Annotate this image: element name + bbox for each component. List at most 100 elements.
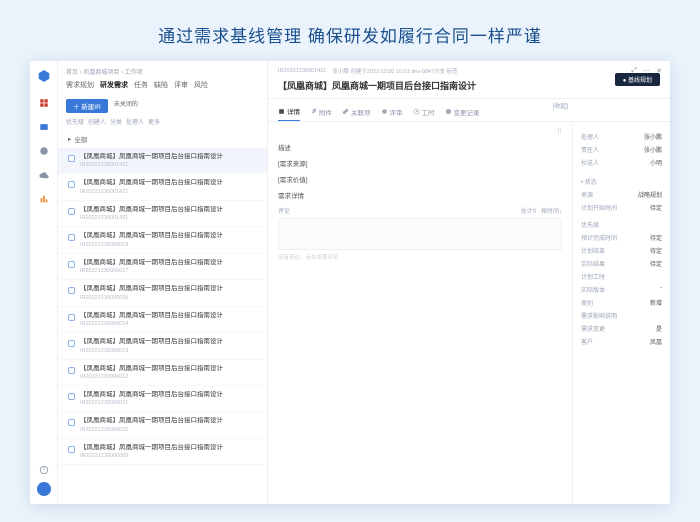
comments-count: 总计0	[521, 209, 536, 215]
comments-empty: 没有评论，点击发表评论	[278, 253, 562, 261]
item-id: IR20221230006015	[80, 295, 257, 301]
item-id: IR20221230006010	[80, 427, 257, 433]
more-icon[interactable]: ⋯	[643, 67, 650, 75]
work-item-row[interactable]: 【凤凰商城】凤凰商城一期项目后台接口指南设计IR20221230006012	[58, 360, 267, 386]
filter-priority[interactable]: 优先级	[66, 117, 84, 126]
item-title: 【凤凰商城】凤凰商城一期项目后台接口指南设计	[80, 444, 257, 452]
tab-task[interactable]: 任务	[134, 80, 148, 90]
app-window: ? 首页 › 凤凰商城项目 › 工作项 需求规划 研发需求 任务 缺陷 评审 风…	[30, 61, 670, 504]
rail-item-home[interactable]	[36, 95, 52, 111]
item-title: 【凤凰商城】凤凰商城一期项目后台接口指南设计	[80, 417, 257, 425]
filter-assignee[interactable]: 处理人	[126, 117, 144, 126]
work-item-row[interactable]: 【凤凰商城】凤凰商城一期项目后台接口指南设计IR20221230001421	[58, 148, 267, 174]
section-source: [需求来源]	[278, 158, 562, 168]
item-type-icon	[68, 155, 75, 162]
tab-planning[interactable]: 需求规划	[66, 80, 94, 90]
work-item-row[interactable]: 【凤凰商城】凤凰商城一期项目后台接口指南设计 IR20221230006013	[58, 333, 267, 359]
list-section-all[interactable]: ▸ 全部	[58, 130, 267, 148]
work-item-row[interactable]: 【凤凰商城】凤凰商城一期项目后台接口指南设计IR20221230006011	[58, 386, 267, 412]
item-type-icon	[68, 287, 75, 294]
item-type-icon	[68, 419, 75, 426]
item-id: IR20221230001421	[80, 162, 257, 168]
item-title: 【凤凰商城】凤凰商城一期项目后台接口指南设计	[80, 153, 257, 161]
section-description: 描述	[278, 142, 562, 152]
item-title: 【凤凰商城】凤凰商城一期项目后台接口指南设计	[80, 312, 257, 320]
tab-bug[interactable]: 缺陷	[154, 80, 168, 90]
work-item-row[interactable]: 【凤凰商城】凤凰商城一期项目后台接口指南设计IR20221230006014	[58, 307, 267, 333]
item-type-icon	[68, 208, 75, 215]
detail-pane: ⤢ ⋯ ✕ IR20221230001421 张小鹏 创建于2022/12/30…	[268, 61, 670, 504]
item-type-icon	[68, 340, 75, 347]
filter-category[interactable]: 分类	[110, 117, 122, 126]
item-id: IR20221230001421	[80, 189, 257, 195]
detail-tab-changelog[interactable]: 变更记录	[445, 103, 480, 121]
rail-item-cloud[interactable]	[36, 167, 52, 183]
detail-main: ⠿ 描述 [需求来源] [需求价值] 需求详情 评论 总计0 按时间↓ 没有评论…	[268, 122, 572, 504]
item-title: 【凤凰商城】凤凰商城一期项目后台接口指南设计	[80, 206, 257, 214]
item-title: 【凤凰商城】凤凰商城一期项目后台接口指南设计	[80, 338, 257, 346]
item-type-icon	[68, 446, 75, 453]
tab-risk[interactable]: 风险	[194, 80, 208, 90]
item-title: 【凤凰商城】凤凰商城一期项目后台接口指南设计	[80, 285, 257, 293]
item-title: 【凤凰商城】凤凰商城一期项目后台接口指南设计	[80, 365, 257, 373]
item-type-icon	[68, 261, 75, 268]
close-icon[interactable]: ✕	[656, 67, 662, 75]
item-id: IR20221230006017	[80, 268, 257, 274]
left-rail: ?	[30, 61, 58, 504]
item-id: IR20221230006009	[80, 453, 257, 459]
filter-creator[interactable]: 创建人	[88, 117, 106, 126]
work-item-row[interactable]: 【凤凰商城】凤凰商城一期项目后台接口指南设计 IR20221230006015	[58, 280, 267, 306]
detail-title: 【凤凰商城】凤凰商城一期项目后台接口指南设计	[278, 79, 660, 92]
collapse-side-button[interactable]: [收起]	[553, 101, 568, 110]
item-title: 【凤凰商城】凤凰商城一期项目后台接口指南设计	[80, 179, 257, 187]
product-logo	[37, 69, 51, 83]
comment-input[interactable]	[278, 218, 562, 250]
detail-id: IR20221230001421	[278, 68, 326, 74]
hero-caption: 通过需求基线管理 确保研发如履行合同一样严谨	[0, 0, 700, 61]
detail-tab-info[interactable]: 详情	[278, 103, 300, 121]
item-id: IR20221230006019	[80, 242, 257, 248]
tab-review[interactable]: 评审	[174, 80, 188, 90]
work-item-row[interactable]: 【凤凰商城】凤凰商城一期项目后台接口指南设计IR20221230006017	[58, 254, 267, 280]
detail-tab-attachment[interactable]: 附件	[310, 103, 332, 121]
rail-item-projects[interactable]	[36, 119, 52, 135]
work-item-list-pane: 首页 › 凤凰商城项目 › 工作项 需求规划 研发需求 任务 缺陷 评审 风险 …	[58, 61, 268, 504]
work-item-row[interactable]: 【凤凰商城】凤凰商城一期项目后台接口指南设计 IR20221230006019	[58, 227, 267, 253]
item-id: IR20221230006011	[80, 400, 257, 406]
detail-tab-relation[interactable]: 关联项	[342, 103, 371, 121]
work-item-row[interactable]: 【凤凰商城】凤凰商城一期项目后台接口指南设计 IR20221230006010	[58, 412, 267, 438]
work-item-row[interactable]: 【凤凰商城】凤凰商城一期项目后台接口指南设计IR20221230006009	[58, 439, 267, 465]
item-id: IR20221230006013	[80, 348, 257, 354]
section-detail: 需求详情	[278, 190, 562, 200]
detail-tab-hours[interactable]: 工时	[413, 103, 435, 121]
tab-rd-requirement[interactable]: 研发需求	[100, 80, 128, 90]
item-type-icon	[68, 314, 75, 321]
comments-label: 评论	[278, 206, 290, 215]
item-type-icon	[68, 181, 75, 188]
item-type-icon	[68, 393, 75, 400]
item-title: 【凤凰商城】凤凰商城一期项目后台接口指南设计	[80, 259, 257, 267]
svg-text:?: ?	[42, 468, 45, 474]
breadcrumb[interactable]: 首页 › 凤凰商城项目 › 工作项	[66, 67, 259, 76]
section-value: [需求价值]	[278, 174, 562, 184]
comments-sort[interactable]: 按时间↓	[541, 209, 562, 215]
filter-preset[interactable]: 未关闭的	[114, 99, 138, 108]
filter-more[interactable]: 更多	[148, 117, 160, 126]
expand-icon[interactable]: ⤢	[632, 67, 638, 75]
item-id: IR20221230001421	[80, 215, 257, 221]
item-type-icon	[68, 234, 75, 241]
rail-item-reports[interactable]	[36, 191, 52, 207]
rail-item-ci[interactable]	[36, 143, 52, 159]
detail-tab-review[interactable]: 评审	[381, 103, 403, 121]
work-item-list: 【凤凰商城】凤凰商城一期项目后台接口指南设计IR20221230001421【凤…	[58, 148, 267, 504]
work-item-row[interactable]: 【凤凰商城】凤凰商城一期项目后台接口指南设计IR20221230001421	[58, 201, 267, 227]
detail-sidebar: 处理人张小鹏 责任人张小鹏 抄送人小明 • 状态 来源战略规划 计划开始时间待定…	[572, 122, 670, 504]
user-avatar[interactable]	[37, 482, 51, 496]
item-type-icon	[68, 367, 75, 374]
item-id: IR20221230006014	[80, 321, 257, 327]
rail-item-help[interactable]: ?	[36, 462, 52, 478]
work-item-row[interactable]: 【凤凰商城】凤凰商城一期项目后台接口指南设计 IR20221230001421	[58, 174, 267, 200]
drag-handle-icon[interactable]: ⠿	[557, 128, 562, 136]
new-ir-button[interactable]: ＋ 新建IR	[66, 99, 108, 113]
item-title: 【凤凰商城】凤凰商城一期项目后台接口指南设计	[80, 232, 257, 240]
